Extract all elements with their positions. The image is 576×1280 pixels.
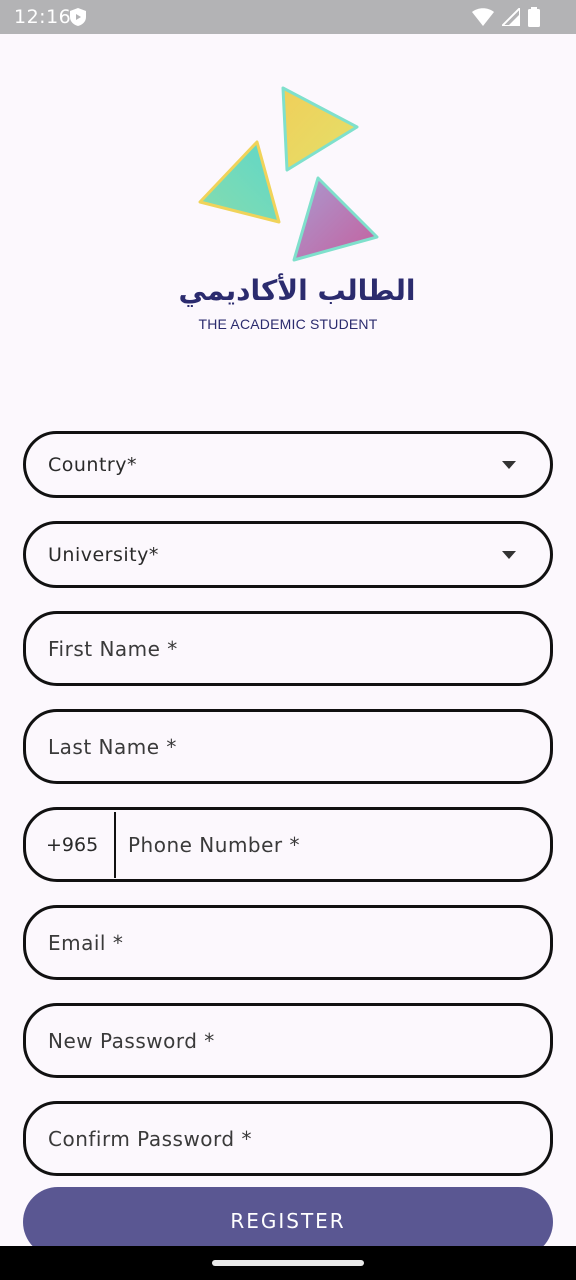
status-icons	[472, 5, 540, 31]
app-logo	[190, 80, 390, 280]
confirm-password-placeholder: Confirm Password *	[48, 1126, 252, 1151]
status-time: 12:16	[14, 6, 72, 28]
last-name-field[interactable]: Last Name *	[23, 709, 553, 784]
home-gesture-handle[interactable]	[212, 1260, 364, 1266]
brand-name-english: THE ACADEMIC STUDENT	[198, 316, 378, 332]
chevron-down-icon	[502, 460, 516, 469]
university-label: University*	[48, 543, 159, 566]
email-field[interactable]: Email *	[23, 905, 553, 980]
last-name-placeholder: Last Name *	[48, 734, 177, 759]
new-password-placeholder: New Password *	[48, 1028, 215, 1053]
brand-name-arabic: الطالب الأكاديمي	[178, 274, 416, 307]
signal-icon	[499, 5, 521, 30]
country-label: Country*	[48, 453, 137, 476]
battery-icon	[528, 7, 540, 31]
university-dropdown[interactable]: University*	[23, 521, 553, 588]
new-password-field[interactable]: New Password *	[23, 1003, 553, 1078]
shield-icon	[70, 8, 86, 30]
navigation-bar	[0, 1246, 576, 1280]
first-name-placeholder: First Name *	[48, 636, 178, 661]
status-bar: 12:16	[0, 0, 576, 34]
wifi-icon	[472, 8, 494, 30]
phone-field[interactable]: +965 Phone Number *	[23, 807, 553, 882]
country-dropdown[interactable]: Country*	[23, 431, 553, 498]
first-name-field[interactable]: First Name *	[23, 611, 553, 686]
chevron-down-icon	[502, 550, 516, 559]
email-placeholder: Email *	[48, 930, 124, 955]
phone-placeholder: Phone Number *	[128, 832, 301, 857]
confirm-password-field[interactable]: Confirm Password *	[23, 1101, 553, 1176]
country-code-prefix[interactable]: +965	[26, 834, 114, 856]
